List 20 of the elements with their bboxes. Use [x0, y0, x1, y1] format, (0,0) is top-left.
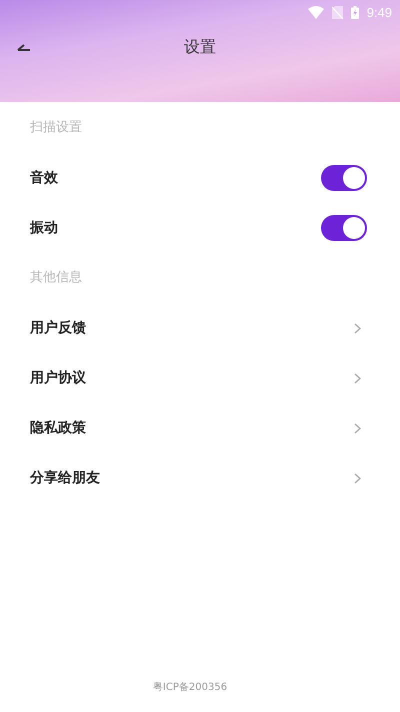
chevron-right-icon[interactable]: [354, 372, 361, 384]
setting-label: 振动: [30, 219, 58, 237]
chevron-right-icon[interactable]: [354, 322, 361, 334]
page-title: 设置: [184, 36, 216, 58]
section-heading: 其他信息: [29, 269, 83, 287]
chevron-right-icon[interactable]: [354, 422, 361, 434]
section-heading: 扫描设置: [29, 119, 83, 137]
wifi-icon: [308, 6, 324, 18]
status-time: 9:49: [366, 4, 392, 20]
chevron-right-icon[interactable]: [354, 472, 361, 484]
toggle-switch[interactable]: [321, 215, 367, 241]
no-sim-icon: [332, 6, 343, 18]
setting-label: 用户协议: [30, 369, 86, 387]
setting-label: 分享给朋友: [30, 469, 100, 487]
setting-label: 音效: [30, 169, 58, 187]
battery-icon: [350, 6, 359, 18]
toggle-switch[interactable]: [321, 165, 367, 191]
setting-label: 隐私政策: [30, 419, 86, 437]
setting-label: 用户反馈: [30, 319, 86, 337]
icp-text: 粤ICP备200356: [152, 681, 228, 694]
